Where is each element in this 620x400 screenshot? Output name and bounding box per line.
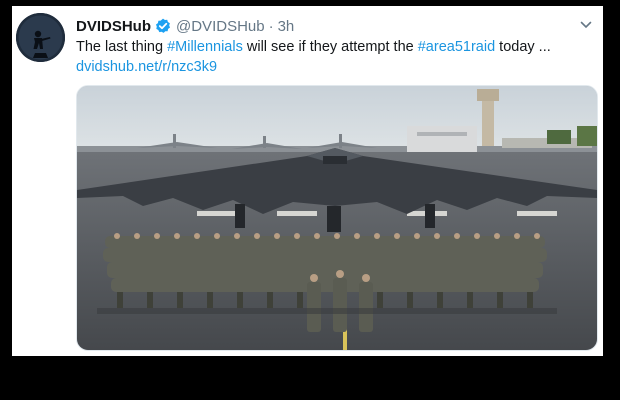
dvids-logo	[16, 13, 65, 62]
tweet-url-link[interactable]: dvidshub.net/r/nzc3k9	[76, 57, 596, 77]
hashtag-millennials-link[interactable]: #Millennials	[167, 39, 243, 55]
tweet-text-before: The last thing	[76, 39, 168, 55]
tweet-text: The last thing #Millennials will see if …	[76, 37, 596, 77]
timestamp[interactable]: 3h	[278, 18, 295, 35]
separator-dot: ·	[268, 17, 274, 35]
tweet-text-after: today ...	[495, 39, 551, 55]
tweet-photo[interactable]	[76, 85, 598, 351]
verified-badge-icon	[155, 18, 171, 34]
tweet-text-line: The last thing #Millennials will see if …	[76, 37, 596, 57]
avatar[interactable]	[16, 13, 65, 62]
hashtag-area51raid-link[interactable]: #area51raid	[418, 39, 495, 55]
tweet-card[interactable]: DVIDSHub @DVIDSHub · 3h The last thing #…	[12, 6, 603, 356]
tweet-header: DVIDSHub @DVIDSHub · 3h	[76, 16, 294, 36]
b2-bomber-crew-photo	[77, 86, 597, 350]
display-name[interactable]: DVIDSHub	[76, 18, 151, 35]
tweet-text-middle: will see if they attempt the	[242, 39, 418, 55]
chevron-down-icon[interactable]	[579, 18, 593, 32]
handle[interactable]: @DVIDSHub	[176, 18, 265, 35]
